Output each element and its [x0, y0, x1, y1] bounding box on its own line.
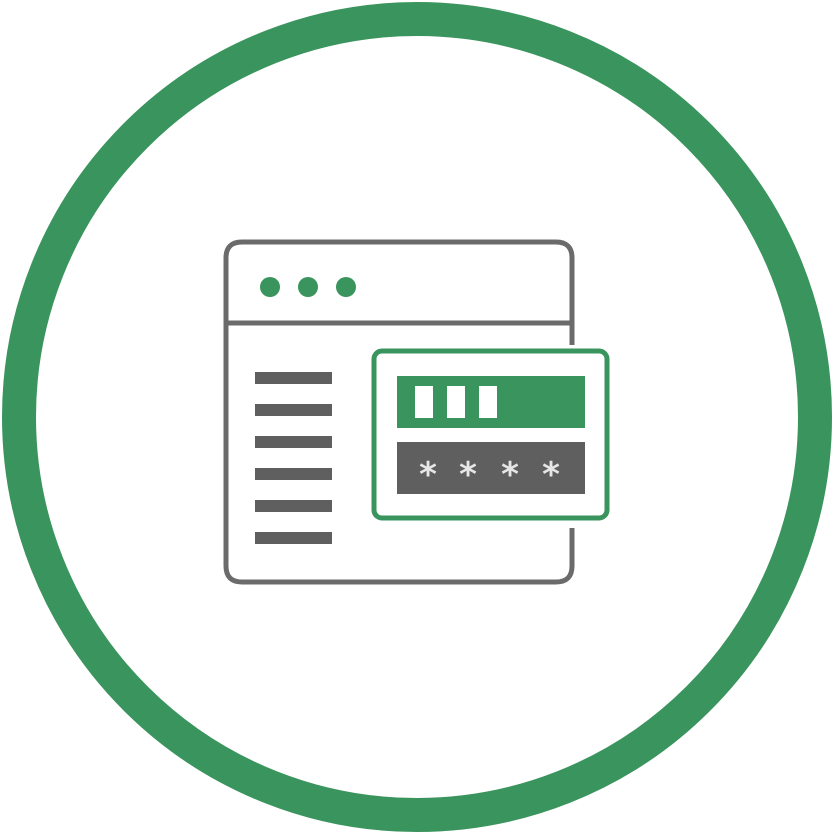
text-line	[255, 500, 332, 512]
password-mask-char: *	[542, 455, 560, 495]
window-dot-icon	[336, 277, 356, 297]
password-mask-char: *	[419, 455, 437, 495]
text-line	[255, 404, 332, 416]
secure-login-window-icon: * * * *	[2, 2, 832, 832]
window-dot-icon	[298, 277, 318, 297]
password-mask-char: *	[459, 455, 477, 495]
text-line	[255, 468, 332, 480]
text-line	[255, 436, 332, 448]
login-card-icon: * * * *	[371, 348, 610, 521]
window-dot-icon	[260, 277, 280, 297]
icon-canvas: * * * *	[0, 0, 834, 835]
text-line	[255, 372, 332, 384]
password-mask-char: *	[501, 455, 519, 495]
username-char-block	[415, 386, 433, 418]
username-char-block	[479, 386, 497, 418]
username-char-block	[447, 386, 465, 418]
text-line	[255, 532, 332, 544]
